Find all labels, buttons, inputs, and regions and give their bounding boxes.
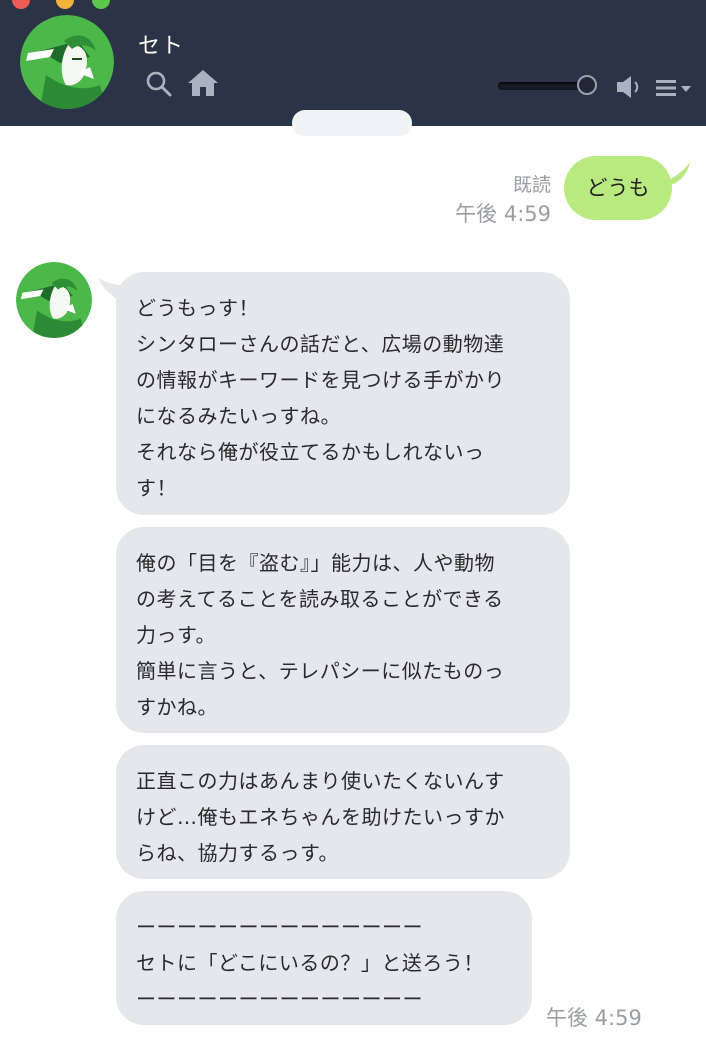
home-icon[interactable] <box>187 68 219 102</box>
zoom-window-button[interactable] <box>92 0 110 9</box>
previous-message-edge <box>292 110 412 136</box>
contact-avatar[interactable] <box>20 15 114 109</box>
outgoing-timestamp: 午後 4:59 <box>455 202 551 226</box>
menu-icon[interactable] <box>656 78 694 102</box>
volume-slider-handle[interactable] <box>577 75 597 95</box>
close-window-button[interactable] <box>12 0 30 9</box>
incoming-timestamp: 午後 4:59 <box>546 1006 642 1030</box>
outgoing-message-bubble[interactable]: どうも <box>564 156 672 220</box>
read-receipt: 既読 <box>512 174 551 196</box>
sender-avatar[interactable] <box>16 262 92 338</box>
incoming-message-bubble[interactable]: どうもっす！ シンタローさんの話だと、広場の動物達 の情報がキーワードを見つける… <box>116 272 570 515</box>
incoming-message-bubble[interactable]: 俺の「目を『盗む』」能力は、人や動物 の考えてることを読み取ることができる 力っ… <box>116 527 570 733</box>
minimize-window-button[interactable] <box>56 0 74 9</box>
contact-name: セト <box>138 34 185 59</box>
volume-icon[interactable] <box>615 74 643 104</box>
search-icon[interactable] <box>145 70 173 102</box>
chat-header: セト <box>0 0 706 126</box>
incoming-message-bubble[interactable]: 正直この力はあんまり使いたくないんす けど…俺もエネちゃんを助けたいっすか らね… <box>116 745 570 879</box>
incoming-message-bubble[interactable]: ーーーーーーーーーーーーーー セトに「どこにいるの？」と送ろう！ ーーーーーーー… <box>116 891 532 1025</box>
